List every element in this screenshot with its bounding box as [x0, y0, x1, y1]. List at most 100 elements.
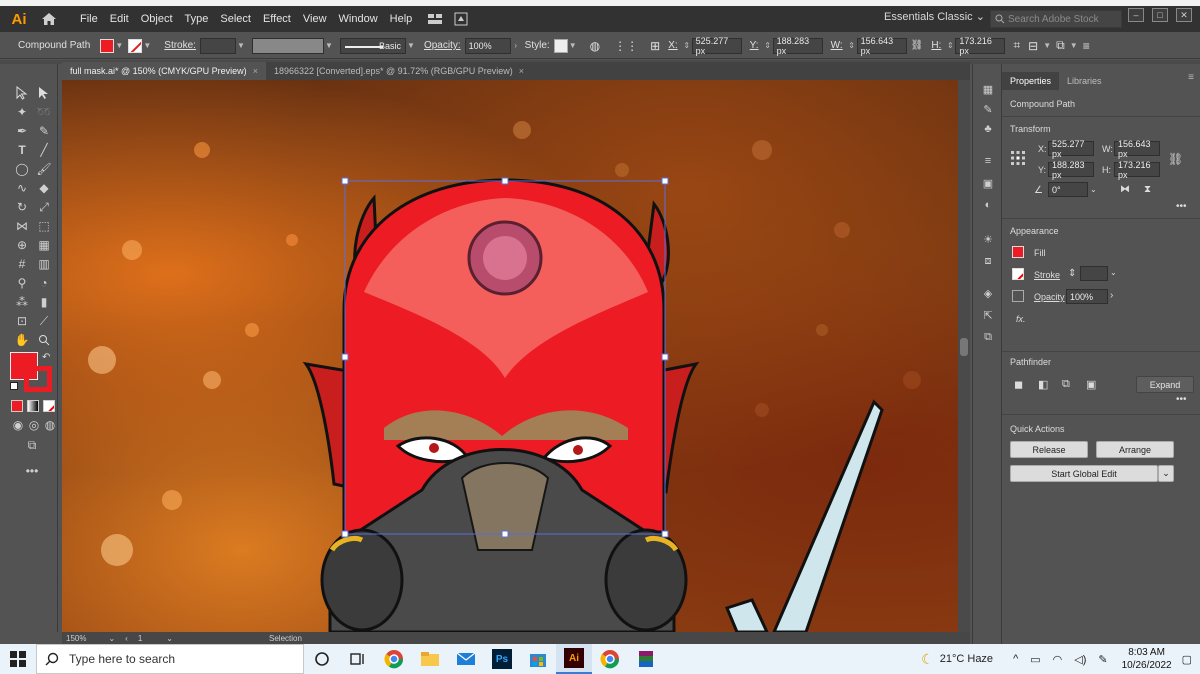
- graphic-style-swatch[interactable]: [553, 38, 568, 53]
- isolate-icon[interactable]: ⊟: [1024, 39, 1042, 53]
- stroke-swatch[interactable]: [128, 38, 143, 53]
- direct-selection-tool-icon[interactable]: [34, 84, 54, 102]
- draw-inside-icon[interactable]: ◍: [40, 416, 60, 434]
- chevron-down-icon[interactable]: ⌄: [166, 634, 173, 643]
- microsoft-store-icon[interactable]: [520, 644, 556, 674]
- curvature-tool-icon[interactable]: ✎: [34, 122, 54, 140]
- windows-start-icon[interactable]: [0, 644, 36, 674]
- more-options-icon[interactable]: •••: [1176, 201, 1187, 212]
- wifi-icon[interactable]: ◠: [1053, 653, 1063, 666]
- selection-tool-icon[interactable]: [12, 84, 32, 102]
- photoshop-icon[interactable]: Ps: [484, 644, 520, 674]
- stroke-weight-field[interactable]: [1080, 266, 1108, 281]
- hand-tool-icon[interactable]: ✋: [12, 331, 32, 349]
- blend-tool-icon[interactable]: ◔: [34, 274, 54, 292]
- file-explorer-icon[interactable]: [412, 644, 448, 674]
- chevron-down-icon[interactable]: ▼: [114, 41, 124, 50]
- brushes-icon[interactable]: ✎: [980, 102, 996, 116]
- chrome-icon[interactable]: [376, 644, 412, 674]
- previous-artboard-icon[interactable]: ‹: [125, 634, 128, 643]
- fill-swatch[interactable]: [1012, 246, 1024, 258]
- stepper-icon[interactable]: ⇕: [945, 41, 955, 50]
- eraser-tool-icon[interactable]: ◆: [34, 179, 54, 197]
- chevron-down-icon[interactable]: ▼: [406, 41, 416, 50]
- color-guide-icon[interactable]: ▦: [980, 82, 996, 96]
- stroke-label[interactable]: Stroke: [1034, 270, 1060, 280]
- line-segment-tool-icon[interactable]: ╱: [34, 141, 54, 159]
- opacity-field[interactable]: 100%: [1066, 289, 1108, 304]
- shaper-tool-icon[interactable]: ∿: [12, 179, 32, 197]
- lasso-tool-icon[interactable]: ➿: [34, 103, 54, 121]
- flip-vertical-icon[interactable]: ⧗: [1144, 184, 1151, 195]
- opacity-field[interactable]: 100%: [464, 37, 511, 54]
- color-mode-icon[interactable]: [11, 400, 23, 412]
- intersect-icon[interactable]: ⧉: [1062, 378, 1070, 391]
- pen-workspace-icon[interactable]: ✎: [1098, 653, 1107, 666]
- reference-point-icon[interactable]: [1010, 150, 1026, 166]
- vertical-scrollbar[interactable]: [958, 80, 970, 632]
- variable-width-profile[interactable]: [251, 37, 324, 54]
- taskbar-search-input[interactable]: Type here to search: [36, 644, 304, 674]
- angle-field[interactable]: 0°: [1048, 182, 1088, 197]
- stroke-color-swatch[interactable]: [24, 366, 52, 392]
- show-hidden-icons-icon[interactable]: ^: [1013, 653, 1018, 665]
- tab-converted-eps[interactable]: 18966322 [Converted].eps* @ 91.72% (RGB/…: [266, 62, 532, 80]
- home-icon[interactable]: [38, 8, 60, 30]
- ellipse-tool-icon[interactable]: ◯: [12, 160, 32, 178]
- perspective-grid-tool-icon[interactable]: ▦: [34, 236, 54, 254]
- rotate-tool-icon[interactable]: ↻: [12, 198, 32, 216]
- chrome-icon-2[interactable]: [592, 644, 628, 674]
- chevron-down-icon[interactable]: ▼: [1042, 41, 1052, 50]
- menu-file[interactable]: File: [74, 13, 104, 25]
- free-transform-tool-icon[interactable]: ⬚: [34, 217, 54, 235]
- width-tool-icon[interactable]: ⋈: [12, 217, 32, 235]
- mail-icon[interactable]: [448, 644, 484, 674]
- minimize-button[interactable]: –: [1128, 8, 1144, 22]
- volume-icon[interactable]: ◁): [1074, 653, 1086, 666]
- align-icon[interactable]: ⋮⋮: [610, 39, 642, 53]
- artboard-tool-icon[interactable]: ⊡: [12, 312, 32, 330]
- winrar-icon[interactable]: [628, 644, 664, 674]
- magic-wand-tool-icon[interactable]: ✦: [12, 103, 32, 121]
- default-fill-stroke-icon[interactable]: [10, 382, 18, 390]
- menu-view[interactable]: View: [297, 13, 333, 25]
- panel-menu-icon[interactable]: ≡: [1188, 72, 1200, 90]
- exclude-icon[interactable]: ▣: [1086, 378, 1096, 391]
- arrange-button[interactable]: Arrange: [1096, 441, 1174, 458]
- chevron-down-icon[interactable]: ⌄: [108, 634, 115, 643]
- layers-icon[interactable]: ◈: [980, 286, 996, 300]
- tab-properties[interactable]: Properties: [1002, 72, 1060, 90]
- transform-icon[interactable]: ⌗: [1009, 38, 1024, 53]
- chevron-right-icon[interactable]: ›: [511, 41, 521, 50]
- menu-type[interactable]: Type: [179, 13, 215, 25]
- appearance-icon[interactable]: ☀: [980, 232, 996, 246]
- gradient-tool-icon[interactable]: ▥: [34, 255, 54, 273]
- scrollbar-thumb[interactable]: [960, 338, 968, 356]
- swap-fill-stroke-icon[interactable]: ↶: [42, 352, 50, 363]
- asset-export-icon[interactable]: ⇱: [980, 308, 996, 322]
- tab-full-mask[interactable]: full mask.ai* @ 150% (CMYK/GPU Preview) …: [62, 62, 266, 80]
- constrain-proportions-icon[interactable]: ⛓: [1168, 152, 1183, 166]
- w-field[interactable]: 156.643 px: [1114, 139, 1160, 159]
- x-field[interactable]: 525.277 px: [1048, 139, 1094, 159]
- artboard-number[interactable]: 1: [138, 634, 142, 643]
- minus-front-icon[interactable]: ◧: [1038, 378, 1048, 391]
- graphic-styles-icon[interactable]: ⧈: [980, 254, 996, 268]
- panel-menu-icon[interactable]: ≡: [1079, 39, 1094, 53]
- align-distribute-icon[interactable]: ⧉: [1052, 38, 1069, 53]
- unite-icon[interactable]: ◼: [1014, 378, 1023, 391]
- release-button[interactable]: Release: [1010, 441, 1088, 458]
- none-mode-icon[interactable]: [43, 400, 55, 412]
- chevron-down-icon[interactable]: ▼: [236, 41, 246, 50]
- menu-window[interactable]: Window: [333, 13, 384, 25]
- close-button[interactable]: ✕: [1176, 8, 1192, 22]
- stepper-icon[interactable]: ⇕: [682, 41, 692, 50]
- flip-horizontal-icon[interactable]: ⧓: [1120, 184, 1130, 195]
- eyedropper-tool-icon[interactable]: ⚲: [12, 274, 32, 292]
- task-view-icon[interactable]: [340, 644, 376, 674]
- symbols-icon[interactable]: ♣: [980, 122, 996, 136]
- start-global-edit-button[interactable]: Start Global Edit: [1010, 465, 1158, 482]
- link-proportions-icon[interactable]: ⛓: [907, 40, 928, 51]
- zoom-level[interactable]: 150%: [66, 634, 86, 643]
- stroke-weight-field[interactable]: [199, 37, 236, 54]
